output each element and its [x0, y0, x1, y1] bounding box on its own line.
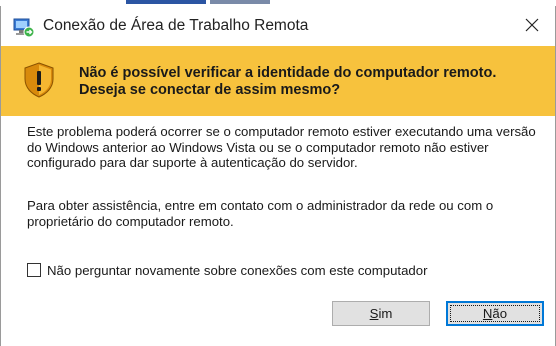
yes-button-label: Sim: [369, 306, 393, 321]
info-paragraph: Este problema poderá ocorrer se o comput…: [27, 124, 536, 170]
close-icon: [525, 18, 539, 32]
title-bar[interactable]: Conexão de Área de Trabalho Remota: [1, 6, 555, 46]
help-paragraph: Para obter assistência, entre em contato…: [27, 198, 494, 229]
desktop-fragment: [126, 0, 206, 4]
dialog-window: Conexão de Área de Trabalho Remota Não é…: [0, 6, 556, 346]
close-button[interactable]: [509, 6, 555, 44]
dont-ask-checkbox[interactable]: [27, 263, 41, 277]
window-title: Conexão de Área de Trabalho Remota: [43, 17, 309, 34]
warning-shield-icon: [23, 62, 55, 98]
focus-rectangle: [450, 305, 540, 322]
desktop-fragment: [210, 0, 270, 4]
dont-ask-checkbox-row[interactable]: Não perguntar novamente sobre conexões c…: [27, 260, 427, 280]
no-button[interactable]: Não: [446, 301, 544, 326]
banner-heading: Não é possível verificar a identidade do…: [79, 65, 497, 98]
warning-banner: Não é possível verificar a identidade do…: [1, 46, 555, 116]
dont-ask-checkbox-label[interactable]: Não perguntar novamente sobre conexões c…: [47, 263, 427, 278]
yes-button[interactable]: Sim: [332, 301, 430, 326]
remote-desktop-icon: [13, 18, 35, 38]
